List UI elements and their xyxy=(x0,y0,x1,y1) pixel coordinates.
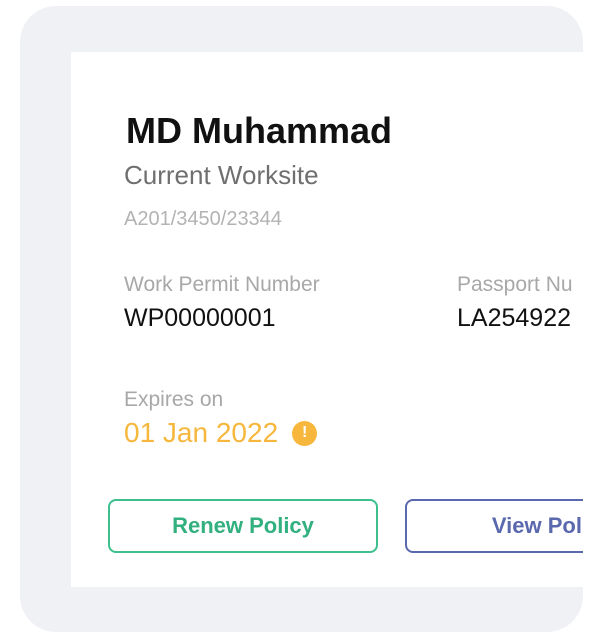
passport-label: Passport Nu xyxy=(457,273,573,296)
view-policy-button[interactable]: View Poli xyxy=(405,499,583,553)
expires-label: Expires on xyxy=(124,388,224,411)
work-permit-value: WP00000001 xyxy=(124,304,276,332)
worksite-label: Current Worksite xyxy=(124,160,319,190)
worksite-code: A201/3450/23344 xyxy=(124,208,282,230)
worker-card: MD Muhammad Current Worksite A201/3450/2… xyxy=(71,52,583,587)
card-container: MD Muhammad Current Worksite A201/3450/2… xyxy=(20,6,583,632)
expiry-row: 01 Jan 2022 ! xyxy=(124,416,318,450)
renew-policy-button[interactable]: Renew Policy xyxy=(108,499,378,553)
worker-name: MD Muhammad xyxy=(126,110,393,151)
exclamation-circle-icon[interactable]: ! xyxy=(292,420,318,446)
expiry-date: 01 Jan 2022 xyxy=(124,417,279,448)
work-permit-label: Work Permit Number xyxy=(124,273,320,296)
passport-value: LA254922 xyxy=(457,304,572,332)
